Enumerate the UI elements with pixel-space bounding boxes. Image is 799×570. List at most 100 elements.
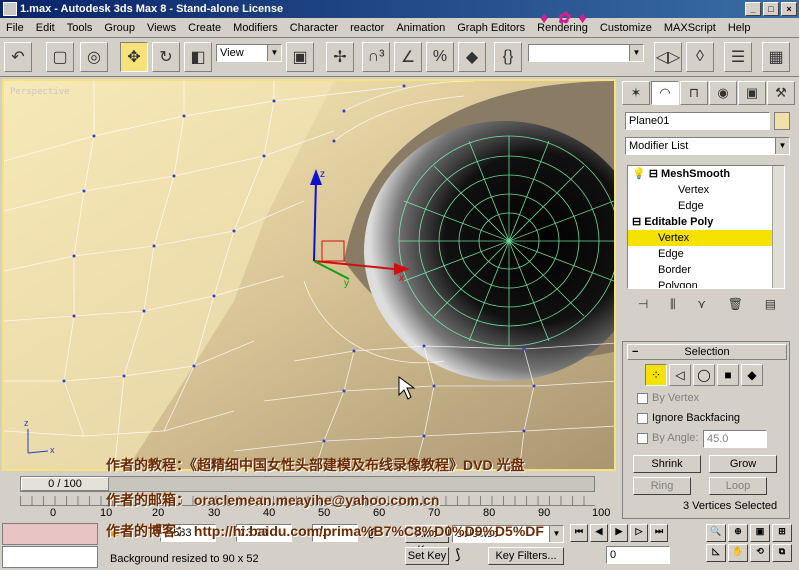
zoom-extents-all-icon[interactable]: ⊞: [772, 524, 792, 542]
stack-item-editable-poly[interactable]: ⊟ Editable Poly • •: [628, 214, 784, 230]
stack-item-meshsmooth-vertex[interactable]: Vertex ⋰: [628, 182, 784, 198]
go-to-start-icon[interactable]: ⏮: [570, 524, 588, 542]
polygon-level-icon[interactable]: ■: [717, 364, 739, 386]
pan-icon[interactable]: ✋: [728, 544, 748, 562]
stack-item-edge[interactable]: Edge: [628, 246, 784, 262]
undo-icon[interactable]: ↶: [4, 42, 32, 72]
menu-tools[interactable]: Tools: [61, 22, 99, 34]
align-icon[interactable]: ◊: [686, 42, 714, 72]
border-level-icon[interactable]: ◯: [693, 364, 715, 386]
reference-coordinate-dropdown[interactable]: View ▼: [216, 44, 282, 62]
select-rotate-icon[interactable]: ↻: [152, 42, 180, 72]
shrink-button[interactable]: Shrink: [633, 455, 701, 473]
stack-item-vertex[interactable]: Vertex ⋰: [628, 230, 784, 246]
motion-tab-icon[interactable]: ◉: [709, 81, 737, 105]
menu-views[interactable]: Views: [141, 22, 182, 34]
menu-graph-editors[interactable]: Graph Editors: [451, 22, 531, 34]
select-manipulate-icon[interactable]: ✢: [326, 42, 354, 72]
field-of-view-icon[interactable]: ◺: [706, 544, 726, 562]
configure-modifier-icon[interactable]: ▤: [765, 297, 776, 317]
perspective-viewport[interactable]: x y z z x Perspective: [2, 79, 616, 471]
remove-modifier-icon[interactable]: 🗑: [728, 297, 743, 317]
minimize-button[interactable]: _: [745, 2, 761, 16]
mirror-icon[interactable]: ◁▷: [654, 42, 682, 72]
utilities-tab-icon[interactable]: ⚒: [767, 81, 795, 105]
edge-level-icon[interactable]: ◁: [669, 364, 691, 386]
menu-group[interactable]: Group: [98, 22, 141, 34]
maximize-button[interactable]: □: [763, 2, 779, 16]
play-icon[interactable]: ▶: [610, 524, 628, 542]
snap-toggle-icon[interactable]: ∩³: [362, 42, 390, 72]
collapse-icon[interactable]: ⊟: [632, 216, 641, 228]
object-color-swatch[interactable]: [774, 112, 790, 130]
angle-value-field[interactable]: 45.0: [703, 430, 767, 448]
stack-item-polygon[interactable]: Polygon: [628, 278, 784, 288]
lightbulb-icon[interactable]: 💡: [632, 168, 646, 180]
pivot-center-icon[interactable]: ▣: [286, 42, 314, 72]
menu-animation[interactable]: Animation: [390, 22, 451, 34]
menu-character[interactable]: Character: [284, 22, 344, 34]
menu-modifiers[interactable]: Modifiers: [227, 22, 284, 34]
by-angle-checkbox[interactable]: By Angle:: [637, 432, 698, 444]
percent-snap-icon[interactable]: %: [426, 42, 454, 72]
object-name-field[interactable]: Plane01: [625, 112, 770, 130]
maxscript-listener[interactable]: [2, 523, 98, 545]
zoom-extents-icon[interactable]: ▣: [750, 524, 770, 542]
stack-item-meshsmooth[interactable]: 💡 ⊟ MeshSmooth • •: [628, 166, 784, 182]
menu-file[interactable]: File: [0, 22, 30, 34]
collapse-icon[interactable]: ⊟: [649, 168, 658, 180]
make-unique-icon[interactable]: ⋎: [697, 297, 706, 317]
menu-customize[interactable]: Customize: [594, 22, 658, 34]
zoom-all-icon[interactable]: ⊕: [728, 524, 748, 542]
maximize-viewport-icon[interactable]: ⧉: [772, 544, 792, 562]
ring-button[interactable]: Ring: [633, 477, 691, 495]
modifier-stack[interactable]: 💡 ⊟ MeshSmooth • • Vertex ⋰ Edge ⋰ ⊟ Edi…: [627, 165, 785, 289]
spinner-snap-icon[interactable]: ◆: [458, 42, 486, 72]
hierarchy-tab-icon[interactable]: ⊓: [680, 81, 708, 105]
create-tab-icon[interactable]: ✶: [622, 81, 650, 105]
key-mode-icon[interactable]: ⟆: [455, 546, 460, 563]
menu-help[interactable]: Help: [722, 22, 757, 34]
by-vertex-checkbox[interactable]: By Vertex: [637, 392, 699, 404]
named-selection-dropdown[interactable]: ▼: [528, 44, 644, 62]
element-level-icon[interactable]: ◆: [741, 364, 763, 386]
previous-frame-icon[interactable]: ◀: [590, 524, 608, 542]
select-region-icon[interactable]: ◎: [80, 42, 108, 72]
modifier-list-dropdown[interactable]: Modifier List ▼: [625, 137, 790, 155]
key-filters-button[interactable]: Key Filters...: [488, 547, 564, 565]
ignore-backfacing-checkbox[interactable]: Ignore Backfacing: [637, 412, 740, 424]
select-scale-icon[interactable]: ◧: [184, 42, 212, 72]
layer-manager-icon[interactable]: ☰: [724, 42, 752, 72]
close-button[interactable]: ×: [781, 2, 797, 16]
display-tab-icon[interactable]: ▣: [738, 81, 766, 105]
menu-create[interactable]: Create: [182, 22, 227, 34]
angle-snap-icon[interactable]: ∠: [394, 42, 422, 72]
maxscript-output[interactable]: [2, 546, 98, 568]
loop-button[interactable]: Loop: [709, 477, 767, 495]
viewport-label[interactable]: Perspective: [10, 87, 70, 97]
modify-tab-icon[interactable]: ◠: [651, 81, 679, 105]
go-to-end-icon[interactable]: ⏭: [650, 524, 668, 542]
pin-stack-icon[interactable]: ⊣: [638, 297, 648, 317]
arc-rotate-icon[interactable]: ⟲: [750, 544, 770, 562]
select-move-icon[interactable]: ✥: [120, 42, 148, 72]
set-key-button[interactable]: Set Key: [405, 547, 449, 565]
stack-item-label: Border: [658, 264, 692, 276]
stack-item-border[interactable]: Border: [628, 262, 784, 278]
next-frame-icon[interactable]: ▷: [630, 524, 648, 542]
current-frame-field[interactable]: 0: [606, 546, 670, 564]
menu-edit[interactable]: Edit: [30, 22, 61, 34]
show-end-result-icon[interactable]: ⫼: [670, 297, 676, 317]
stack-scrollbar[interactable]: [772, 166, 784, 288]
stack-item-meshsmooth-edge[interactable]: Edge ⋰: [628, 198, 784, 214]
named-selection-icon[interactable]: {}: [494, 42, 522, 72]
menu-reactor[interactable]: reactor: [344, 22, 390, 34]
select-object-icon[interactable]: ▢: [46, 42, 74, 72]
time-slider-thumb[interactable]: 0 / 100: [21, 477, 109, 491]
vertex-level-icon[interactable]: ⁘: [645, 364, 667, 386]
curve-editor-icon[interactable]: ▦: [762, 42, 790, 72]
zoom-icon[interactable]: 🔍: [706, 524, 726, 542]
grow-button[interactable]: Grow: [709, 455, 777, 473]
selection-rollout-header[interactable]: − Selection: [627, 344, 787, 360]
menu-maxscript[interactable]: MAXScript: [658, 22, 722, 34]
